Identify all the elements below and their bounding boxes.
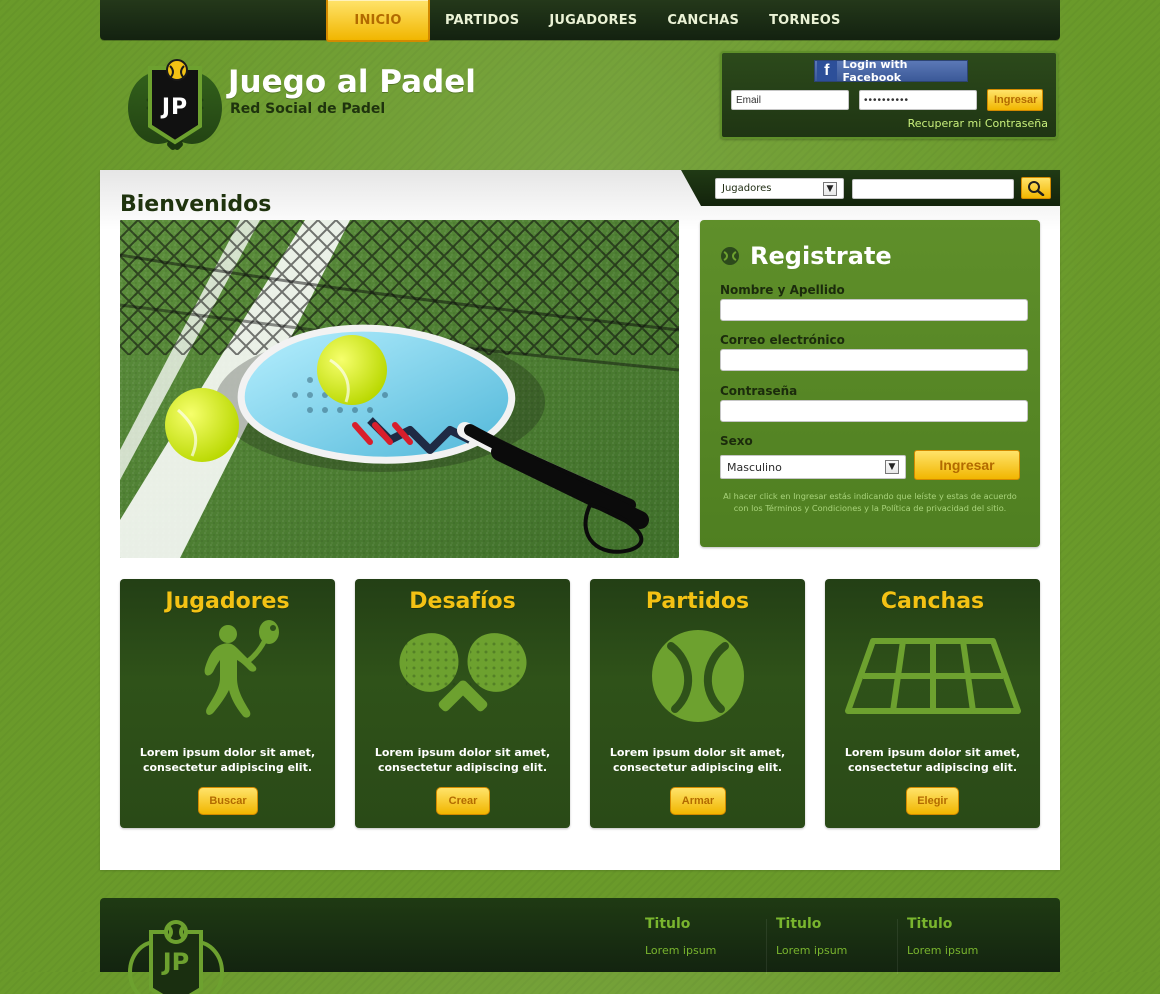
feature-cards: Jugadores Lorem ipsum dolor sit amet, co… — [120, 579, 1040, 829]
feature-illustration — [590, 615, 805, 737]
welcome-title: Bienvenidos — [120, 192, 272, 217]
feature-button[interactable]: Buscar — [198, 787, 258, 815]
footer-link[interactable]: Lorem ipsum — [776, 944, 896, 957]
register-sex-select[interactable]: Masculino ▼ — [720, 455, 906, 479]
nav-item-torneos[interactable]: TORNEOS — [754, 0, 856, 40]
feature-description: Lorem ipsum dolor sit amet, consectetur … — [139, 746, 316, 774]
footer-column: Titulo Lorem ipsum — [907, 916, 1027, 986]
tennis-ball-icon — [721, 247, 739, 265]
register-title: Registrate — [720, 242, 892, 270]
register-password-label: Contraseña — [720, 384, 798, 398]
player-silhouette-icon — [204, 620, 279, 718]
recover-password-link[interactable]: Recuperar mi Contraseña — [908, 117, 1048, 130]
footer-column: Titulo Lorem ipsum — [645, 916, 765, 986]
register-title-text: Registrate — [750, 242, 892, 270]
login-box: f Login with Facebook Ingresar Recuperar… — [720, 51, 1058, 139]
footer-column-title: Titulo — [645, 916, 691, 932]
register-submit-button[interactable]: Ingresar — [914, 450, 1020, 480]
register-sex-value: Masculino — [727, 460, 782, 474]
logo-badge-text: JP — [160, 95, 188, 120]
search-input[interactable] — [852, 179, 1014, 199]
feature-button[interactable]: Armar — [670, 787, 726, 815]
padel-racket-photo — [120, 220, 679, 558]
footer: JP Titulo Lorem ipsum Titulo Lorem ipsum… — [100, 898, 1060, 994]
feature-title: Canchas — [880, 589, 985, 614]
login-password-field[interactable] — [859, 90, 977, 110]
feature-card-desafios: Desafíos Lorem ipsum dolor sit amet, con… — [355, 579, 570, 828]
site-logo[interactable]: JP Juego al Padel Red Social de Padel — [122, 56, 482, 156]
register-legal-text: Al hacer click en Ingresar estás indican… — [723, 491, 1017, 513]
feature-description: Lorem ipsum dolor sit amet, consectetur … — [374, 746, 551, 774]
site-subtitle: Red Social de Padel — [230, 101, 386, 117]
main-nav: INICIO PARTIDOS JUGADORES CANCHAS TORNEO… — [326, 0, 856, 42]
search-icon — [1028, 181, 1045, 196]
footer-divider — [897, 919, 898, 974]
register-name-label: Nombre y Apellido — [720, 283, 845, 297]
register-email-field[interactable] — [720, 349, 1028, 371]
search-button[interactable] — [1021, 177, 1051, 199]
court-icon — [844, 638, 1021, 714]
facebook-login-button[interactable]: f Login with Facebook — [814, 58, 968, 84]
register-password-field[interactable] — [720, 400, 1028, 422]
login-email-field[interactable] — [731, 90, 849, 110]
feature-button[interactable]: Elegir — [906, 787, 959, 815]
footer-link[interactable]: Lorem ipsum — [645, 944, 765, 957]
crossed-paddles-icon — [398, 633, 527, 712]
nav-item-jugadores[interactable]: JUGADORES — [534, 0, 652, 40]
search-category-select[interactable]: Jugadores ▼ — [715, 178, 844, 199]
footer-divider — [766, 919, 767, 974]
chevron-down-icon: ▼ — [885, 460, 899, 474]
feature-title: Partidos — [645, 589, 750, 614]
feature-card-canchas: Canchas Lorem ipsum dolor sit amet, cons… — [825, 579, 1040, 828]
feature-illustration — [120, 615, 335, 737]
login-submit-button[interactable]: Ingresar — [987, 89, 1043, 111]
footer-column: Titulo Lorem ipsum — [776, 916, 896, 986]
hero-image — [120, 220, 679, 558]
nav-item-partidos[interactable]: PARTIDOS — [430, 0, 534, 40]
footer-link[interactable]: Lorem ipsum — [907, 944, 1027, 957]
feature-title: Desafíos — [409, 589, 516, 614]
search-category-value: Jugadores — [722, 183, 772, 194]
feature-button[interactable]: Crear — [436, 787, 490, 815]
footer-logo[interactable]: JP — [116, 914, 236, 994]
nav-item-inicio[interactable]: INICIO — [326, 0, 430, 42]
feature-card-partidos: Partidos Lorem ipsum dolor sit amet, con… — [590, 579, 805, 828]
nav-item-canchas[interactable]: CANCHAS — [652, 0, 754, 40]
site-title: Juego al Padel — [228, 64, 476, 100]
feature-description: Lorem ipsum dolor sit amet, consectetur … — [844, 746, 1021, 774]
footer-column-title: Titulo — [907, 916, 953, 932]
footer-column-title: Titulo — [776, 916, 822, 932]
chevron-down-icon: ▼ — [823, 181, 837, 196]
feature-title: Jugadores — [165, 589, 290, 614]
facebook-login-label: Login with Facebook — [842, 58, 908, 84]
register-name-field[interactable] — [720, 299, 1028, 321]
register-sex-label: Sexo — [720, 434, 753, 448]
feature-description: Lorem ipsum dolor sit amet, consectetur … — [609, 746, 786, 774]
main-panel: Jugadores ▼ Bienvenidos Registrate Nombr… — [100, 170, 1060, 870]
register-email-label: Correo electrónico — [720, 333, 845, 347]
register-panel: Registrate Nombre y Apellido Correo elec… — [700, 220, 1040, 547]
feature-illustration — [355, 615, 570, 737]
top-navigation-bar: INICIO PARTIDOS JUGADORES CANCHAS TORNEO… — [100, 0, 1060, 42]
feature-illustration — [825, 615, 1040, 737]
tennis-ball-icon — [651, 630, 744, 722]
feature-card-jugadores: Jugadores Lorem ipsum dolor sit amet, co… — [120, 579, 335, 828]
padel-logo-icon: JP — [128, 59, 222, 150]
facebook-icon: f — [817, 61, 837, 81]
